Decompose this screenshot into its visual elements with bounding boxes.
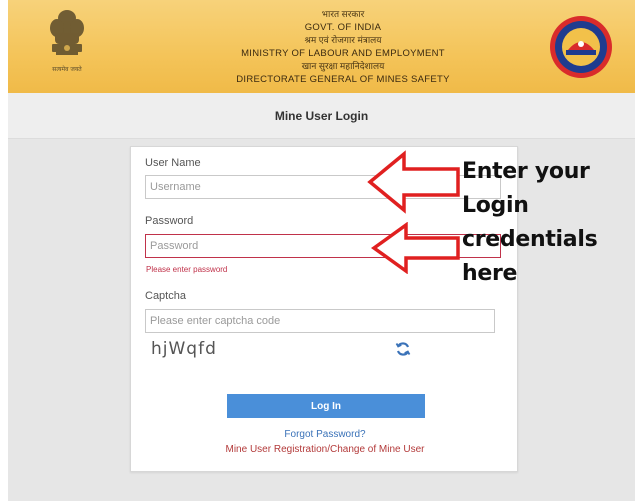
username-label: User Name [145, 157, 201, 169]
refresh-icon[interactable] [395, 341, 411, 357]
password-label: Password [145, 215, 194, 227]
annotation-line: here [462, 261, 518, 286]
national-emblem-icon: सत्यमेव जयते [50, 10, 84, 73]
annotation-line: credentials [462, 227, 598, 252]
captcha-image: hjWqfd [151, 339, 217, 359]
header-banner: सत्यमेव जयते भारत सरकार GOVT. OF INDIA श… [8, 0, 635, 93]
password-error-message: Please enter password [146, 265, 228, 274]
hindi-line-2: श्रम एवं रोजगार मंत्रालय [304, 35, 382, 45]
dgms-logo-icon [550, 16, 612, 78]
government-title-block: भारत सरकार GOVT. OF INDIA श्रम एवं रोजगा… [218, 8, 468, 86]
hindi-line-1: भारत सरकार [321, 9, 365, 19]
captcha-label: Captcha [145, 290, 186, 302]
page-title: Mine User Login [274, 109, 369, 123]
govt-of-india: GOVT. OF INDIA [304, 22, 382, 33]
directorate-name: DIRECTORATE GENERAL OF MINES SAFETY [236, 74, 450, 85]
annotation-arrow-password [371, 222, 460, 274]
forgot-password-link[interactable]: Forgot Password? [131, 429, 519, 440]
annotation-line: Enter your [462, 159, 590, 184]
annotation-text: Enter your Login credentials here [462, 155, 632, 291]
mine-user-registration-link[interactable]: Mine User Registration/Change of Mine Us… [131, 444, 519, 455]
annotation-line: Login [462, 193, 529, 218]
login-header-bar: Mine User Login [8, 93, 635, 139]
captcha-input[interactable] [145, 309, 495, 333]
svg-text:सत्यमेव जयते: सत्यमेव जयते [52, 65, 82, 73]
hindi-line-3: खान सुरक्षा महानिदेशालय [301, 61, 385, 71]
annotation-arrow-username [367, 150, 460, 214]
ministry-name: MINISTRY OF LABOUR AND EMPLOYMENT [241, 48, 445, 59]
login-button[interactable]: Log In [227, 394, 425, 418]
page: सत्यमेव जयते भारत सरकार GOVT. OF INDIA श… [0, 0, 635, 501]
